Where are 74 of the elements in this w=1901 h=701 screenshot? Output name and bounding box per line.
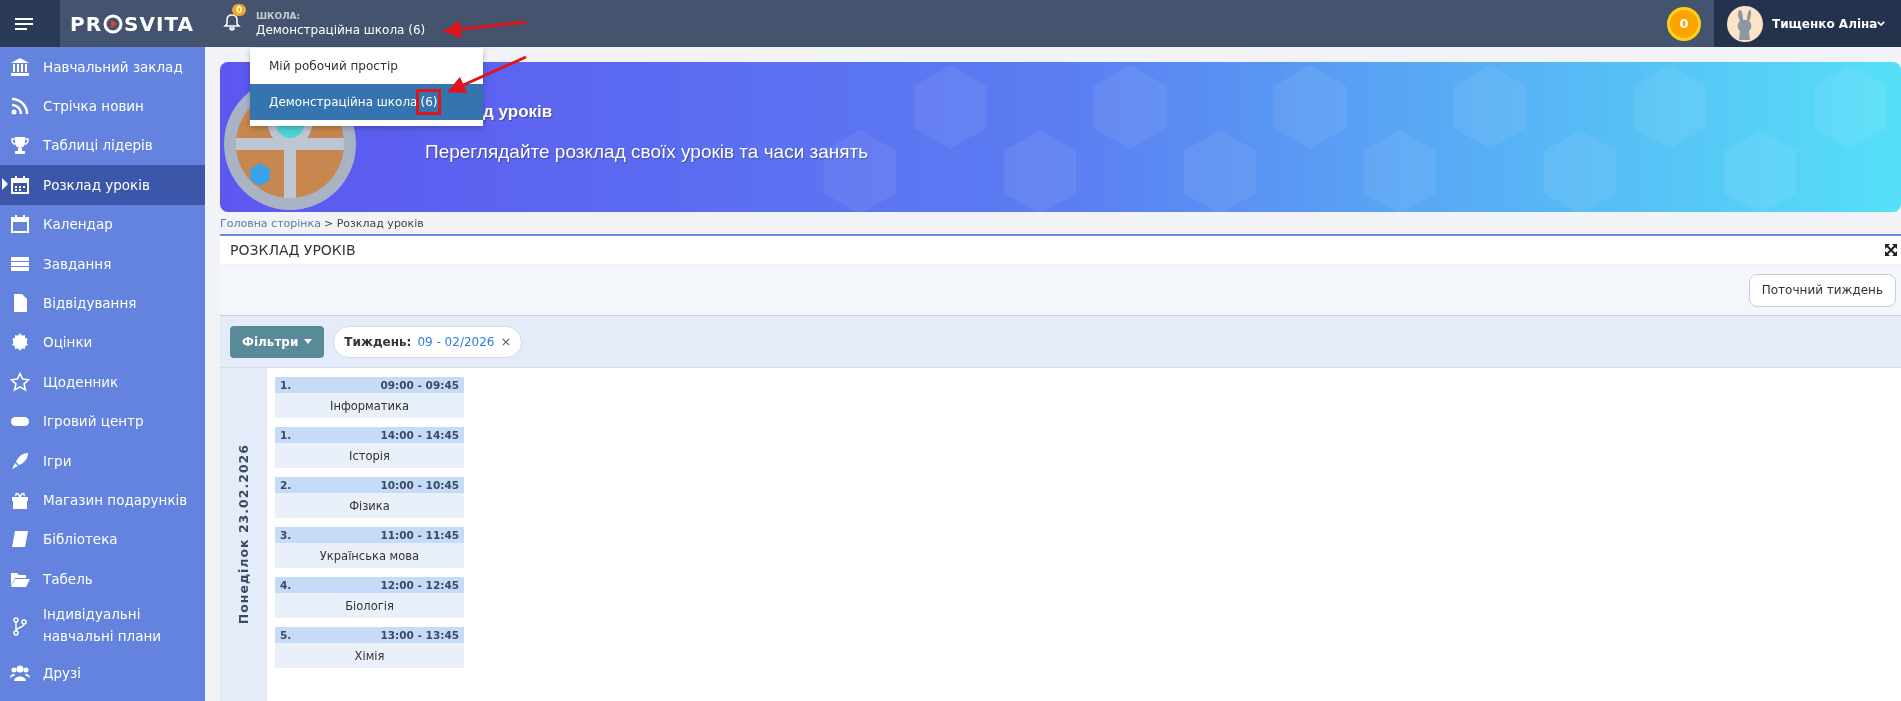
lesson-time: 12:00 - 12:45 xyxy=(380,579,459,591)
lesson-time: 13:00 - 13:45 xyxy=(380,629,459,641)
lesson-subject: Українська мова xyxy=(318,547,421,565)
breadcrumb-current: > Розклад уроків xyxy=(323,216,424,230)
lesson-subject: Інформатика xyxy=(329,397,410,415)
sidebar-item[interactable]: Ігровий центр xyxy=(0,401,205,441)
sidebar-item[interactable]: Магазин подарунків xyxy=(0,480,205,520)
breadcrumb-link[interactable]: Головна сторінка xyxy=(220,216,321,230)
star-icon xyxy=(10,371,30,392)
trophy-icon xyxy=(10,135,30,156)
expand-icon[interactable] xyxy=(1885,244,1897,256)
lesson-subject: Історія xyxy=(348,447,391,465)
branch-icon xyxy=(10,615,30,636)
banner-subtitle: Переглядайте розклад своїх уроків та часи занять xyxy=(425,141,869,163)
menu-item-label: Демонстраційна школа xyxy=(269,95,418,109)
menu-item-count: (6) xyxy=(419,92,439,112)
sidebar-item[interactable]: Стрічка новин xyxy=(0,86,205,126)
remove-filter-button[interactable]: × xyxy=(500,334,512,349)
lesson-number: 3. xyxy=(280,529,292,541)
users-icon xyxy=(10,663,30,684)
rss-icon xyxy=(10,96,30,117)
badge-icon xyxy=(10,332,30,353)
coin-counter: 0 xyxy=(1667,6,1701,41)
school-label: ШКОЛА: xyxy=(256,10,302,21)
sidebar-item[interactable]: Розклад уроків xyxy=(0,165,205,205)
lesson-number: 1. xyxy=(280,379,292,391)
filters-button[interactable]: Фільтри xyxy=(230,325,325,358)
day-label: Понеділок 23.02.2026 xyxy=(236,444,251,625)
banner-title: д уроків xyxy=(483,102,553,122)
sidebar-item[interactable]: Завдання xyxy=(0,243,205,284)
lesson-time: 10:00 - 10:45 xyxy=(380,479,459,491)
filter-value: 09 - 02/2026 xyxy=(417,334,495,349)
sidebar-item[interactable]: Табель xyxy=(0,559,205,599)
sidebar-item[interactable]: Таблиці лідерів xyxy=(0,125,205,166)
calendar-icon xyxy=(10,214,30,235)
current-week-button[interactable]: Поточний тиждень xyxy=(1748,273,1896,307)
lesson-number: 2. xyxy=(280,479,292,491)
sidebar-item[interactable]: Відвідування xyxy=(0,283,205,323)
sidebar-item[interactable]: Оцінки xyxy=(0,322,205,363)
calendar-icon xyxy=(10,174,30,195)
sidebar-item[interactable]: Бібліотека xyxy=(0,519,205,560)
lesson-time: 14:00 - 14:45 xyxy=(380,429,459,441)
lesson-number: 5. xyxy=(280,629,292,641)
menu-item-label: Мій робочий простір xyxy=(269,59,398,73)
filter-label: Тиждень: xyxy=(344,334,412,349)
lesson-time: 09:00 - 09:45 xyxy=(380,379,459,391)
lesson-time: 11:00 - 11:45 xyxy=(380,529,459,541)
lesson-subject: Фізика xyxy=(348,497,391,515)
school-selector[interactable]: Демонстраційна школа (6) xyxy=(256,22,426,37)
lesson-number: 1. xyxy=(280,429,292,441)
sidebar-item[interactable]: Друзі xyxy=(0,653,205,693)
chevron-down-icon[interactable] xyxy=(1877,21,1886,26)
logo-text: PR xyxy=(70,11,103,36)
lesson-number: 4. xyxy=(280,579,292,591)
user-menu[interactable]: Тищенко Аліна xyxy=(1772,16,1878,31)
lesson-subject: Хімія xyxy=(353,647,386,665)
menu-item[interactable]: Демонстраційна школа (6) xyxy=(250,84,483,120)
sidebar-item[interactable]: Щоденник xyxy=(0,362,205,402)
panel-title: РОЗКЛАД УРОКІВ xyxy=(230,242,356,258)
caret-icon xyxy=(304,339,313,344)
logo-text: SVITA xyxy=(124,11,194,36)
sidebar-item[interactable]: Календар xyxy=(0,204,205,244)
notification-badge: 0 xyxy=(232,3,247,16)
menu-button[interactable] xyxy=(0,0,60,47)
avatar-icon[interactable] xyxy=(1727,5,1763,42)
play-icon xyxy=(103,13,124,34)
sidebar-item[interactable]: Ігри xyxy=(0,440,205,481)
bank-icon xyxy=(10,56,30,77)
lesson-subject: Біологія xyxy=(344,597,395,615)
bell-icon[interactable] xyxy=(222,11,242,32)
sidebar-item[interactable]: Навчальний заклад xyxy=(0,47,205,87)
sidebar-item[interactable]: Індивідуальні навчальні плани xyxy=(0,598,205,654)
gift-icon xyxy=(10,490,30,510)
menu-item[interactable]: Мій робочий простір xyxy=(250,48,483,84)
